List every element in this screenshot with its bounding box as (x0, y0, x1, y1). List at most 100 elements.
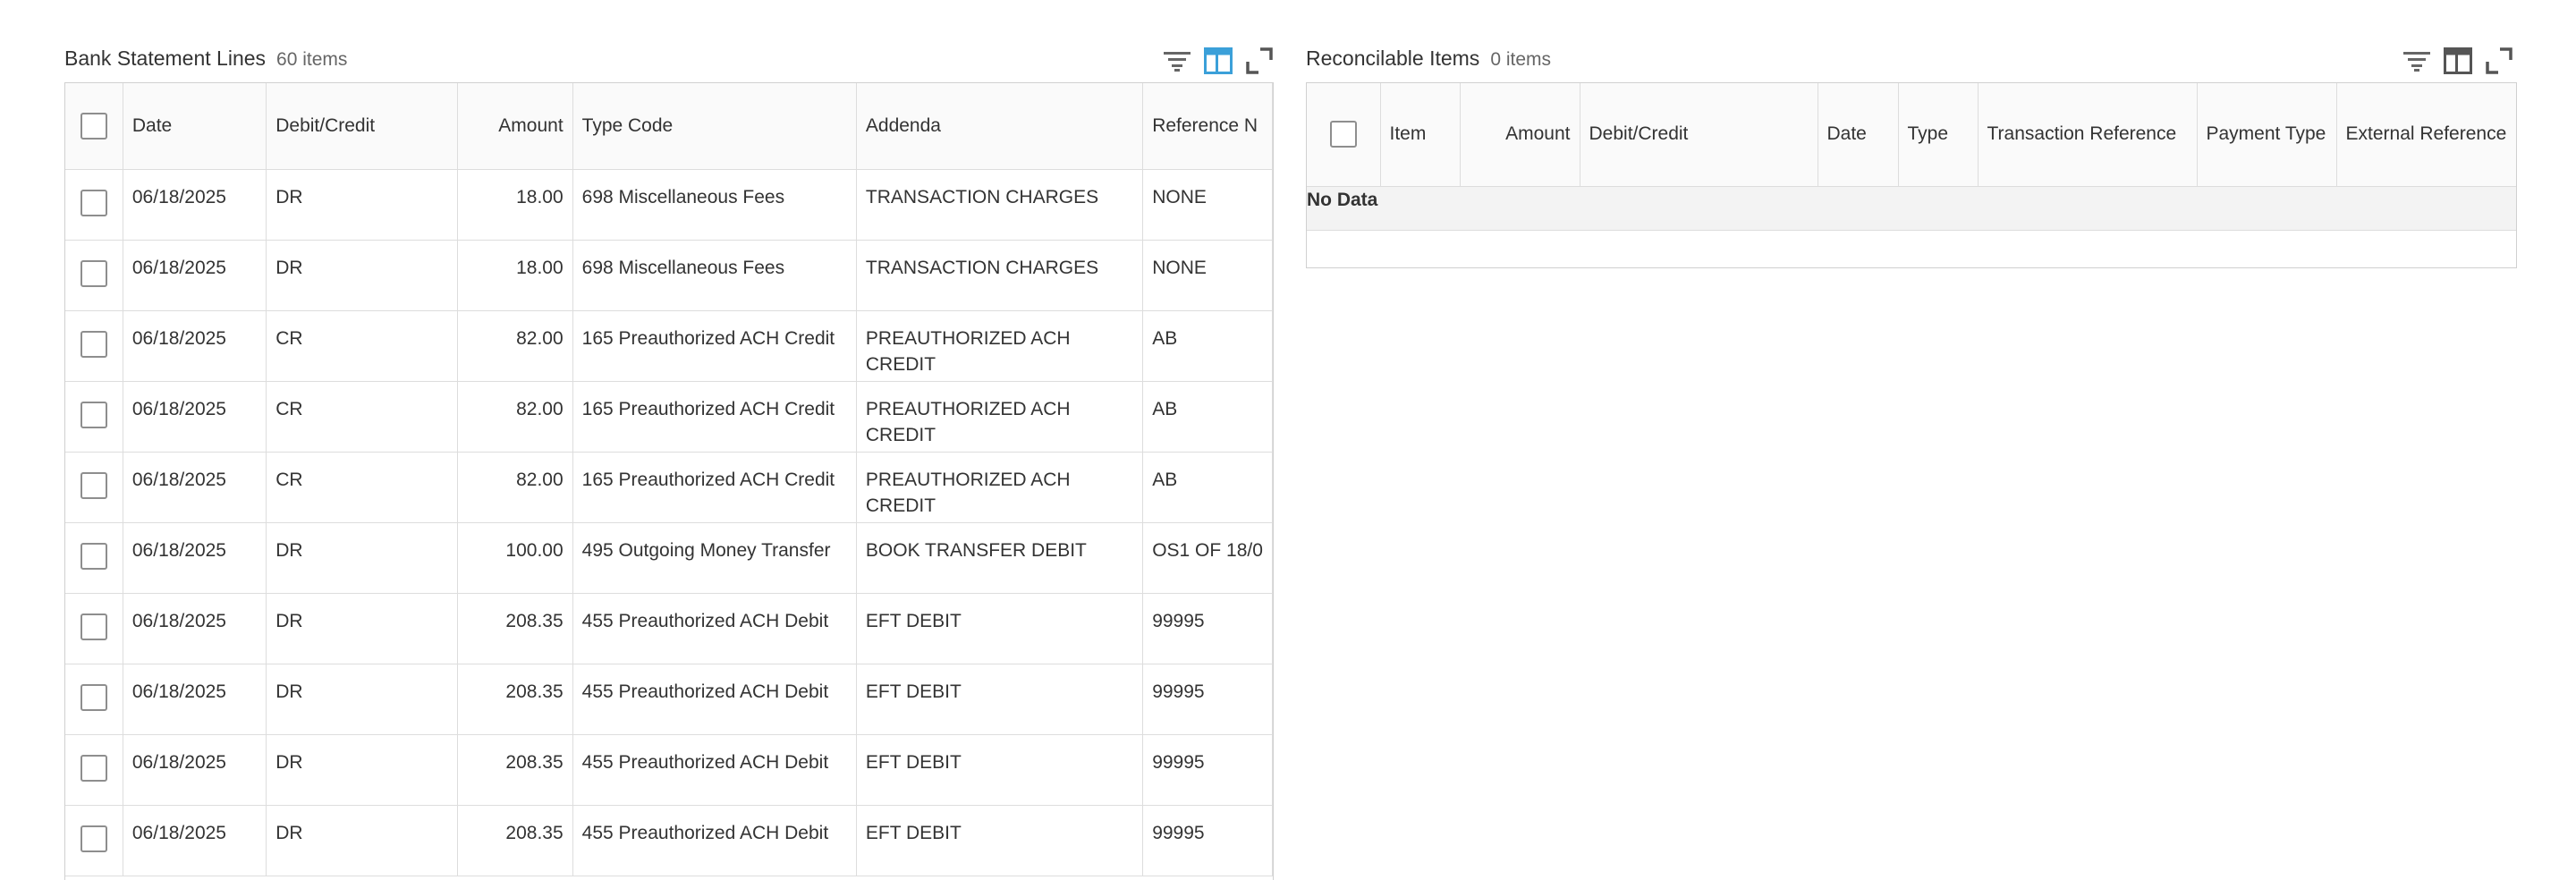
column-layout-icon[interactable] (2442, 45, 2474, 77)
cell-amount: 208.35 (457, 664, 573, 735)
bank-statement-grid: Date Debit/Credit Amount Type Code Adden… (64, 82, 1274, 880)
select-all-cell (1307, 83, 1381, 187)
column-header-payment-type[interactable]: Payment Type (2197, 83, 2337, 187)
cell-type-code: 165 Preauthorized ACH Credit (572, 381, 857, 453)
cell-type-code: 698 Miscellaneous Fees (572, 240, 857, 311)
filter-icon[interactable] (1161, 45, 1193, 77)
cell-date: 06/18/2025 (123, 169, 267, 241)
filter-icon[interactable] (2401, 45, 2433, 77)
column-header-external-reference[interactable]: External Reference (2336, 83, 2516, 187)
column-header-debit-credit[interactable]: Debit/Credit (266, 83, 459, 170)
cell-type-code: 698 Miscellaneous Fees (572, 169, 857, 241)
header-row: Item Amount Debit/Credit Date Type Trans… (1307, 83, 2516, 187)
cell-date: 06/18/2025 (123, 734, 267, 806)
cell-date: 06/18/2025 (123, 240, 267, 311)
row-select-cell (65, 522, 123, 594)
cell-type-code: 455 Preauthorized ACH Debit (572, 734, 857, 806)
row-select-cell (65, 169, 123, 241)
row-checkbox[interactable] (80, 542, 107, 570)
cell-date: 06/18/2025 (123, 522, 267, 594)
row-select-cell (65, 310, 123, 382)
cell-reference: 99995 (1142, 664, 1273, 735)
cell-type-code: 495 Outgoing Money Transfer (572, 522, 857, 594)
table-row[interactable]: 06/18/2025 DR 208.35 455 Preauthorized ACH … (65, 664, 1273, 735)
table-row[interactable]: 06/18/2025 CR 82.00 165 Preauthorized ACH C… (65, 452, 1273, 523)
row-checkbox[interactable] (80, 259, 107, 287)
cell-type-code: 165 Preauthorized ACH Credit (572, 310, 857, 382)
item-count: 0 items (1490, 49, 1551, 70)
panel-header: Bank Statement Lines 60 items (64, 39, 1275, 82)
row-select-cell (65, 240, 123, 311)
row-select-cell (65, 452, 123, 523)
column-header-transaction-reference[interactable]: Transaction Reference (1978, 83, 2198, 187)
cell-amount: 208.35 (457, 805, 573, 876)
column-header-date[interactable]: Date (1818, 83, 1899, 187)
bank-statement-table: Date Debit/Credit Amount Type Code Adden… (65, 83, 1273, 876)
no-data-row: No Data (1307, 186, 2516, 231)
select-all-checkbox[interactable] (1329, 121, 1357, 148)
column-header-debit-credit[interactable]: Debit/Credit (1580, 83, 1818, 187)
row-checkbox[interactable] (80, 330, 107, 358)
table-row[interactable]: 06/18/2025 DR 18.00 698 Miscellaneous Fees T… (65, 169, 1273, 241)
table-row[interactable]: 06/18/2025 DR 18.00 698 Miscellaneous Fees T… (65, 240, 1273, 311)
expand-icon[interactable] (1243, 45, 1275, 77)
cell-reference: NONE (1142, 240, 1273, 311)
expand-icon[interactable] (2483, 45, 2515, 77)
cell-debit-credit: DR (266, 593, 459, 664)
cell-addenda: TRANSACTION CHARGES (856, 169, 1144, 241)
column-header-type-code[interactable]: Type Code (572, 83, 857, 170)
select-all-cell (65, 83, 123, 170)
cell-reference: OS1 OF 18/0 (1142, 522, 1273, 594)
row-select-cell (65, 664, 123, 735)
cell-addenda: BOOK TRANSFER DEBIT (856, 522, 1144, 594)
cell-debit-credit: DR (266, 169, 459, 241)
cell-reference: AB (1142, 452, 1273, 523)
cell-addenda: EFT DEBIT (856, 734, 1144, 806)
row-checkbox[interactable] (80, 401, 107, 428)
cell-type-code: 455 Preauthorized ACH Debit (572, 593, 857, 664)
row-checkbox[interactable] (80, 189, 107, 216)
table-row[interactable]: 06/18/2025 CR 82.00 165 Preauthorized ACH C… (65, 310, 1273, 382)
column-header-date[interactable]: Date (123, 83, 267, 170)
reconcilable-items-table: Item Amount Debit/Credit Date Type Trans… (1307, 83, 2516, 231)
row-checkbox[interactable] (80, 471, 107, 499)
page: Bank Statement Lines 60 items Date Debit… (0, 0, 2576, 880)
column-header-addenda[interactable]: Addenda (856, 83, 1144, 170)
cell-date: 06/18/2025 (123, 381, 267, 453)
panel-title: Reconcilable Items 0 items (1306, 47, 1551, 71)
cell-debit-credit: DR (266, 240, 459, 311)
bank-statement-rows: 06/18/2025 DR 18.00 698 Miscellaneous Fees T… (65, 169, 1273, 876)
row-checkbox[interactable] (80, 754, 107, 782)
table-row[interactable]: 06/18/2025 DR 208.35 455 Preauthorized ACH … (65, 593, 1273, 664)
cell-reference: AB (1142, 381, 1273, 453)
row-checkbox[interactable] (80, 613, 107, 640)
cell-date: 06/18/2025 (123, 452, 267, 523)
table-row[interactable]: 06/18/2025 DR 208.35 455 Preauthorized ACH … (65, 734, 1273, 806)
column-layout-icon[interactable] (1202, 45, 1234, 77)
column-header-reference[interactable]: Reference N (1142, 83, 1273, 170)
reconcilable-items-grid: Item Amount Debit/Credit Date Type Trans… (1306, 82, 2517, 268)
table-row[interactable]: 06/18/2025 CR 82.00 165 Preauthorized ACH C… (65, 381, 1273, 453)
table-row[interactable]: 06/18/2025 DR 208.35 455 Preauthorized ACH … (65, 805, 1273, 876)
cell-amount: 82.00 (457, 381, 573, 453)
column-header-amount[interactable]: Amount (457, 83, 573, 170)
column-header-amount[interactable]: Amount (1460, 83, 1580, 187)
cell-debit-credit: DR (266, 522, 459, 594)
reconcilable-items-panel: Reconcilable Items 0 items Item Amount D… (1306, 39, 2517, 268)
no-data-message: No Data (1307, 186, 2516, 231)
header-row: Date Debit/Credit Amount Type Code Adden… (65, 83, 1273, 170)
column-header-type[interactable]: Type (1898, 83, 1979, 187)
cell-amount: 18.00 (457, 240, 573, 311)
row-checkbox[interactable] (80, 683, 107, 711)
cell-type-code: 455 Preauthorized ACH Debit (572, 805, 857, 876)
row-checkbox[interactable] (80, 825, 107, 852)
table-row[interactable]: 06/18/2025 DR 100.00 495 Outgoing Money Tra… (65, 522, 1273, 594)
cell-reference: 99995 (1142, 593, 1273, 664)
grid-toolbar (2392, 43, 2515, 79)
column-header-item[interactable]: Item (1380, 83, 1461, 187)
cell-date: 06/18/2025 (123, 664, 267, 735)
cell-amount: 82.00 (457, 310, 573, 382)
select-all-checkbox[interactable] (80, 112, 107, 140)
row-select-cell (65, 734, 123, 806)
row-select-cell (65, 381, 123, 453)
